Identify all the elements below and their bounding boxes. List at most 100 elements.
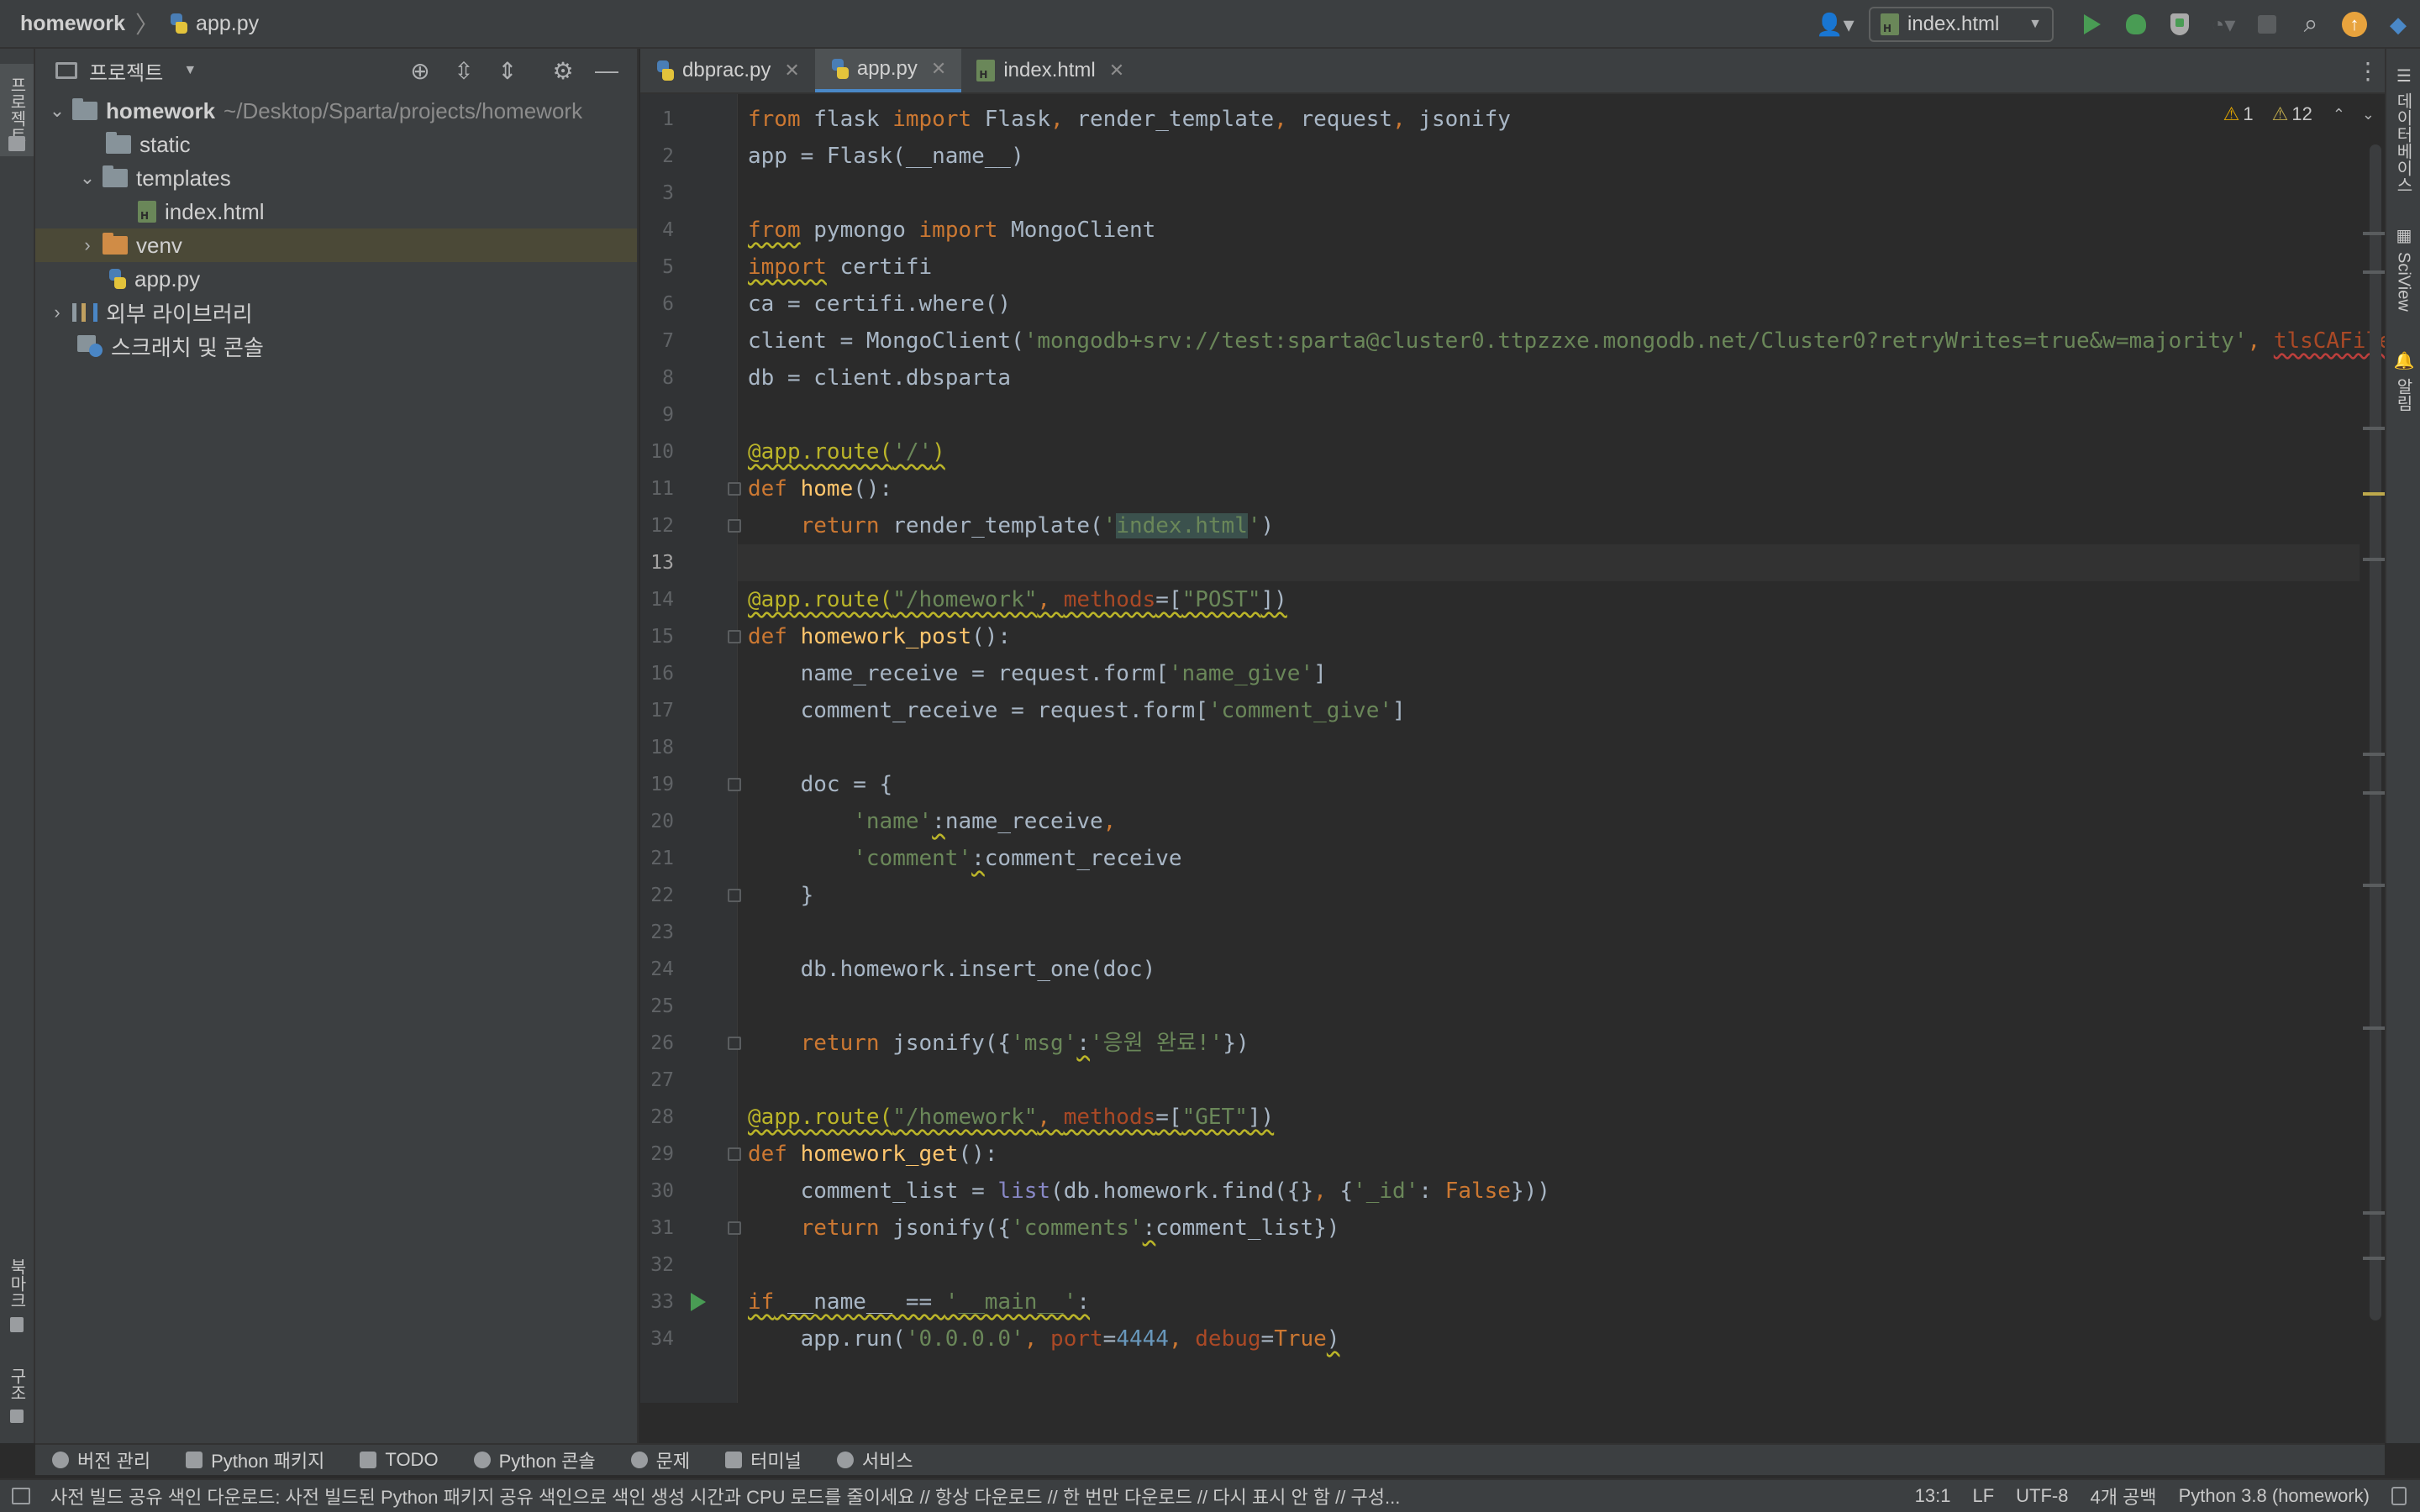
code-line[interactable]: client = MongoClient('mongodb+srv://test… (748, 323, 2385, 360)
tree-item-static[interactable]: static (35, 128, 637, 161)
locate-icon[interactable]: ⊕ (398, 57, 442, 85)
tab-index-html[interactable]: index.html ✕ (961, 49, 1139, 92)
code-line[interactable]: return jsonify({'comments':comment_list}… (748, 1210, 1340, 1247)
bookmarks-tool-tab[interactable]: 북마크 (0, 1250, 34, 1317)
line-number[interactable]: 26 (640, 1025, 674, 1062)
run-button[interactable] (2070, 0, 2114, 49)
line-number[interactable]: 22 (640, 877, 674, 914)
line-number[interactable]: 8 (640, 360, 674, 396)
tree-item-venv[interactable]: › venv (35, 228, 637, 262)
line-separator[interactable]: LF (1972, 1485, 1994, 1507)
code-line[interactable]: ca = certifi.where() (748, 286, 1011, 323)
chevron-down-icon[interactable]: ⌄ (47, 100, 67, 122)
line-number[interactable]: 15 (640, 618, 674, 655)
line-number[interactable]: 10 (640, 433, 674, 470)
line-number[interactable]: 7 (640, 323, 674, 360)
code-line[interactable]: } (748, 877, 814, 914)
expand-all-icon[interactable]: ⇳ (442, 57, 486, 85)
code-line[interactable]: 'name':name_receive, (748, 803, 1116, 840)
tab-menu-icon[interactable]: ⋮ (2351, 49, 2385, 92)
line-number[interactable]: 34 (640, 1320, 674, 1357)
profile-button[interactable]: ◔▾ (2202, 0, 2245, 49)
tree-item-index-html[interactable]: index.html (35, 195, 637, 228)
chevron-right-icon[interactable]: › (47, 302, 67, 323)
tree-item-app-py[interactable]: app.py (35, 262, 637, 296)
fold-marker-icon[interactable] (728, 1221, 741, 1235)
line-number[interactable]: 5 (640, 249, 674, 286)
fold-marker-icon[interactable] (728, 519, 741, 533)
coverage-button[interactable] (2158, 0, 2202, 49)
fold-marker-icon[interactable] (728, 630, 741, 643)
fold-marker-icon[interactable] (728, 889, 741, 902)
line-number[interactable]: 23 (640, 914, 674, 951)
tab-dbprac-py[interactable]: dbprac.py ✕ (640, 49, 815, 92)
chevron-down-icon[interactable]: ⌄ (77, 167, 97, 189)
line-number[interactable]: 24 (640, 951, 674, 988)
line-number[interactable]: 30 (640, 1173, 674, 1210)
code-line[interactable]: def homework_post(): (748, 618, 1011, 655)
breadcrumb-file[interactable]: app.py (169, 12, 259, 36)
next-highlight-icon[interactable]: ⌄ (2362, 106, 2375, 123)
code-line[interactable]: app = Flask(__name__) (748, 138, 1024, 175)
line-number[interactable]: 29 (640, 1136, 674, 1173)
code-line[interactable]: comment_receive = request.form['comment_… (748, 692, 1406, 729)
todo-tool[interactable]: TODO (360, 1449, 439, 1471)
fold-marker-icon[interactable] (728, 778, 741, 791)
hide-panel-icon[interactable]: — (585, 57, 629, 84)
code-line[interactable]: return render_template('index.html') (748, 507, 1274, 544)
code-line[interactable]: def homework_get(): (748, 1136, 997, 1173)
code-line[interactable]: from flask import Flask, render_template… (748, 101, 1511, 138)
indent-setting[interactable]: 4개 공백 (2090, 1483, 2156, 1509)
stop-button[interactable] (2245, 0, 2289, 49)
line-number[interactable]: 14 (640, 581, 674, 618)
tree-item-scratches[interactable]: 스크래치 및 콘솔 (35, 329, 637, 363)
code-line[interactable]: @app.route("/homework", methods=["POST"]… (748, 581, 1287, 618)
line-number[interactable]: 16 (640, 655, 674, 692)
line-number[interactable]: 19 (640, 766, 674, 803)
fold-marker-icon[interactable] (728, 1037, 741, 1050)
tree-item-homework[interactable]: ⌄ homework ~/Desktop/Sparta/projects/hom… (35, 94, 637, 128)
code-line[interactable]: @app.route("/homework", methods=["GET"]) (748, 1099, 1274, 1136)
code-line[interactable]: app.run('0.0.0.0', port=4444, debug=True… (748, 1320, 1340, 1357)
line-number[interactable]: 6 (640, 286, 674, 323)
line-gutter[interactable]: 1 2 3 4 5 6 7 8 9 10 11 12 13 14 15 16 17 18 19 20 21 22 23 24 2… (640, 94, 741, 1403)
breadcrumb-project[interactable]: homework (20, 12, 125, 36)
line-number[interactable]: 25 (640, 988, 674, 1025)
code-line[interactable]: doc = { (748, 766, 893, 803)
line-number[interactable]: 11 (640, 470, 674, 507)
fold-marker-icon[interactable] (728, 1147, 741, 1161)
run-gutter-icon[interactable] (691, 1293, 706, 1311)
line-number[interactable]: 9 (640, 396, 674, 433)
python-packages-tool[interactable]: Python 패키지 (186, 1446, 324, 1473)
lock-icon[interactable] (2391, 1487, 2407, 1505)
gear-icon[interactable]: ⚙ (541, 57, 585, 85)
code-line[interactable]: import certifi (748, 249, 932, 286)
debug-button[interactable] (2114, 0, 2158, 49)
code-line[interactable]: comment_list = list(db.homework.find({},… (748, 1173, 1550, 1210)
notifications-tool-tab[interactable]: 🔔 알림 (2386, 351, 2420, 469)
services-tool[interactable]: 서비스 (836, 1446, 913, 1473)
line-number[interactable]: 3 (640, 175, 674, 212)
version-control-tool[interactable]: 버전 관리 (52, 1446, 150, 1473)
line-number[interactable]: 2 (640, 138, 674, 175)
python-console-tool[interactable]: Python 콘솔 (473, 1446, 596, 1473)
line-number[interactable]: 20 (640, 803, 674, 840)
caret-position[interactable]: 13:1 (1915, 1485, 1951, 1507)
inspection-widget[interactable]: ⚠ 1 ⚠ 12 ⌃ ⌄ (2223, 101, 2375, 128)
line-number[interactable]: 21 (640, 840, 674, 877)
code-line[interactable]: def home(): (748, 470, 892, 507)
tool-windows-icon[interactable] (12, 1488, 30, 1504)
editor-scrollbar[interactable] (2370, 144, 2381, 1320)
tree-item-external-libraries[interactable]: › 외부 라이브러리 (35, 296, 637, 329)
status-message[interactable]: 사전 빌드 공유 색인 다운로드: 사전 빌드된 Python 패키지 공유 색… (50, 1483, 1428, 1509)
close-icon[interactable]: ✕ (931, 58, 946, 80)
close-icon[interactable]: ✕ (1109, 60, 1124, 81)
user-account-icon[interactable]: 👤▾ (1813, 0, 1857, 49)
line-number[interactable]: 13 (640, 544, 674, 581)
problems-tool[interactable]: 문제 (630, 1446, 690, 1473)
chevron-down-icon[interactable]: ▼ (183, 63, 197, 78)
collapse-all-icon[interactable]: ⇕ (486, 57, 529, 85)
tree-item-templates[interactable]: ⌄ templates (35, 161, 637, 195)
line-number[interactable]: 18 (640, 729, 674, 766)
line-number[interactable]: 1 (640, 101, 674, 138)
